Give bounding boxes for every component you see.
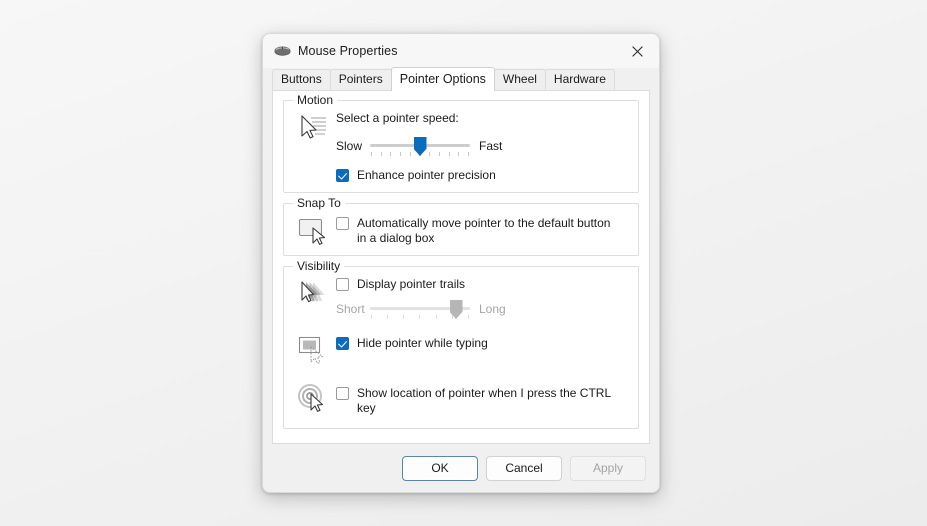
ok-button[interactable]: OK (402, 455, 478, 481)
show-location-row[interactable]: Show location of pointer when I press th… (336, 381, 630, 416)
pointer-speed-icon (292, 111, 336, 143)
enhance-precision-checkbox[interactable] (336, 169, 349, 182)
trails-min-label-short: Short (336, 302, 365, 316)
hide-pointer-row[interactable]: Hide pointer while typing (336, 333, 630, 351)
tab-wheel[interactable]: Wheel (493, 69, 546, 90)
display-trails-row[interactable]: Display pointer trails (336, 277, 630, 292)
trails-max-label-long: Long (479, 302, 506, 316)
motion-group: Motion Select a pointer speed: Slow Fast… (283, 93, 639, 193)
title-bar: Mouse Properties (263, 34, 659, 68)
motion-group-label: Motion (293, 93, 338, 107)
visibility-group-label: Visibility (293, 259, 345, 273)
snap-to-group-label: Snap To (293, 196, 345, 210)
desktop-background: Mouse Properties Buttons Pointers Pointe… (0, 0, 927, 526)
show-location-block: Show location of pointer when I press th… (292, 381, 630, 416)
window-title: Mouse Properties (298, 44, 398, 58)
tab-strip: Buttons Pointers Pointer Options Wheel H… (263, 67, 659, 91)
display-trails-label: Display pointer trails (357, 277, 466, 291)
snap-to-label: Automatically move pointer to the defaul… (357, 216, 611, 245)
snap-to-group: Snap To Automatically move pointer to th… (283, 196, 639, 256)
tab-buttons[interactable]: Buttons (272, 69, 331, 90)
pointer-speed-caption: Select a pointer speed: (336, 111, 459, 125)
mouse-properties-dialog: Mouse Properties Buttons Pointers Pointe… (262, 33, 660, 493)
snap-to-row[interactable]: Automatically move pointer to the defaul… (336, 214, 630, 246)
pointer-speed-slider[interactable]: Slow Fast (336, 135, 630, 157)
enhance-precision-label: Enhance pointer precision (357, 168, 496, 182)
tab-pointers[interactable]: Pointers (329, 69, 392, 90)
tab-pointer-options[interactable]: Pointer Options (390, 67, 495, 91)
dialog-footer: OK Cancel Apply (263, 444, 659, 492)
cancel-button[interactable]: Cancel (486, 455, 562, 481)
hide-pointer-checkbox[interactable] (336, 337, 349, 350)
pointer-trails-slider: Short Long (336, 298, 630, 320)
mouse-icon (273, 42, 291, 60)
hide-pointer-label: Hide pointer while typing (357, 336, 488, 350)
pointer-trails-block: Display pointer trails Short Long (292, 277, 630, 320)
show-location-label: Show location of pointer when I press th… (357, 386, 611, 415)
apply-button[interactable]: Apply (570, 455, 646, 481)
hide-pointer-block: Hide pointer while typing (292, 333, 630, 365)
pointer-trails-icon (292, 277, 336, 309)
trails-track-area (370, 298, 470, 320)
enhance-precision-row[interactable]: Enhance pointer precision (336, 168, 630, 183)
tab-content-pointer-options: Motion Select a pointer speed: Slow Fast… (272, 90, 650, 444)
ctrl-locate-icon (292, 381, 336, 413)
pointer-speed-track-area[interactable] (370, 135, 470, 157)
slider-max-label-fast: Fast (479, 139, 503, 153)
slider-min-label-slow: Slow (336, 139, 363, 153)
snap-to-checkbox[interactable] (336, 217, 349, 230)
close-icon[interactable] (615, 34, 659, 68)
visibility-group: Visibility Display pointer trails Short … (283, 259, 639, 429)
display-trails-checkbox[interactable] (336, 278, 349, 291)
hide-pointer-icon (292, 333, 336, 365)
show-location-checkbox[interactable] (336, 387, 349, 400)
default-button-icon (292, 214, 336, 246)
tab-hardware[interactable]: Hardware (544, 69, 615, 90)
